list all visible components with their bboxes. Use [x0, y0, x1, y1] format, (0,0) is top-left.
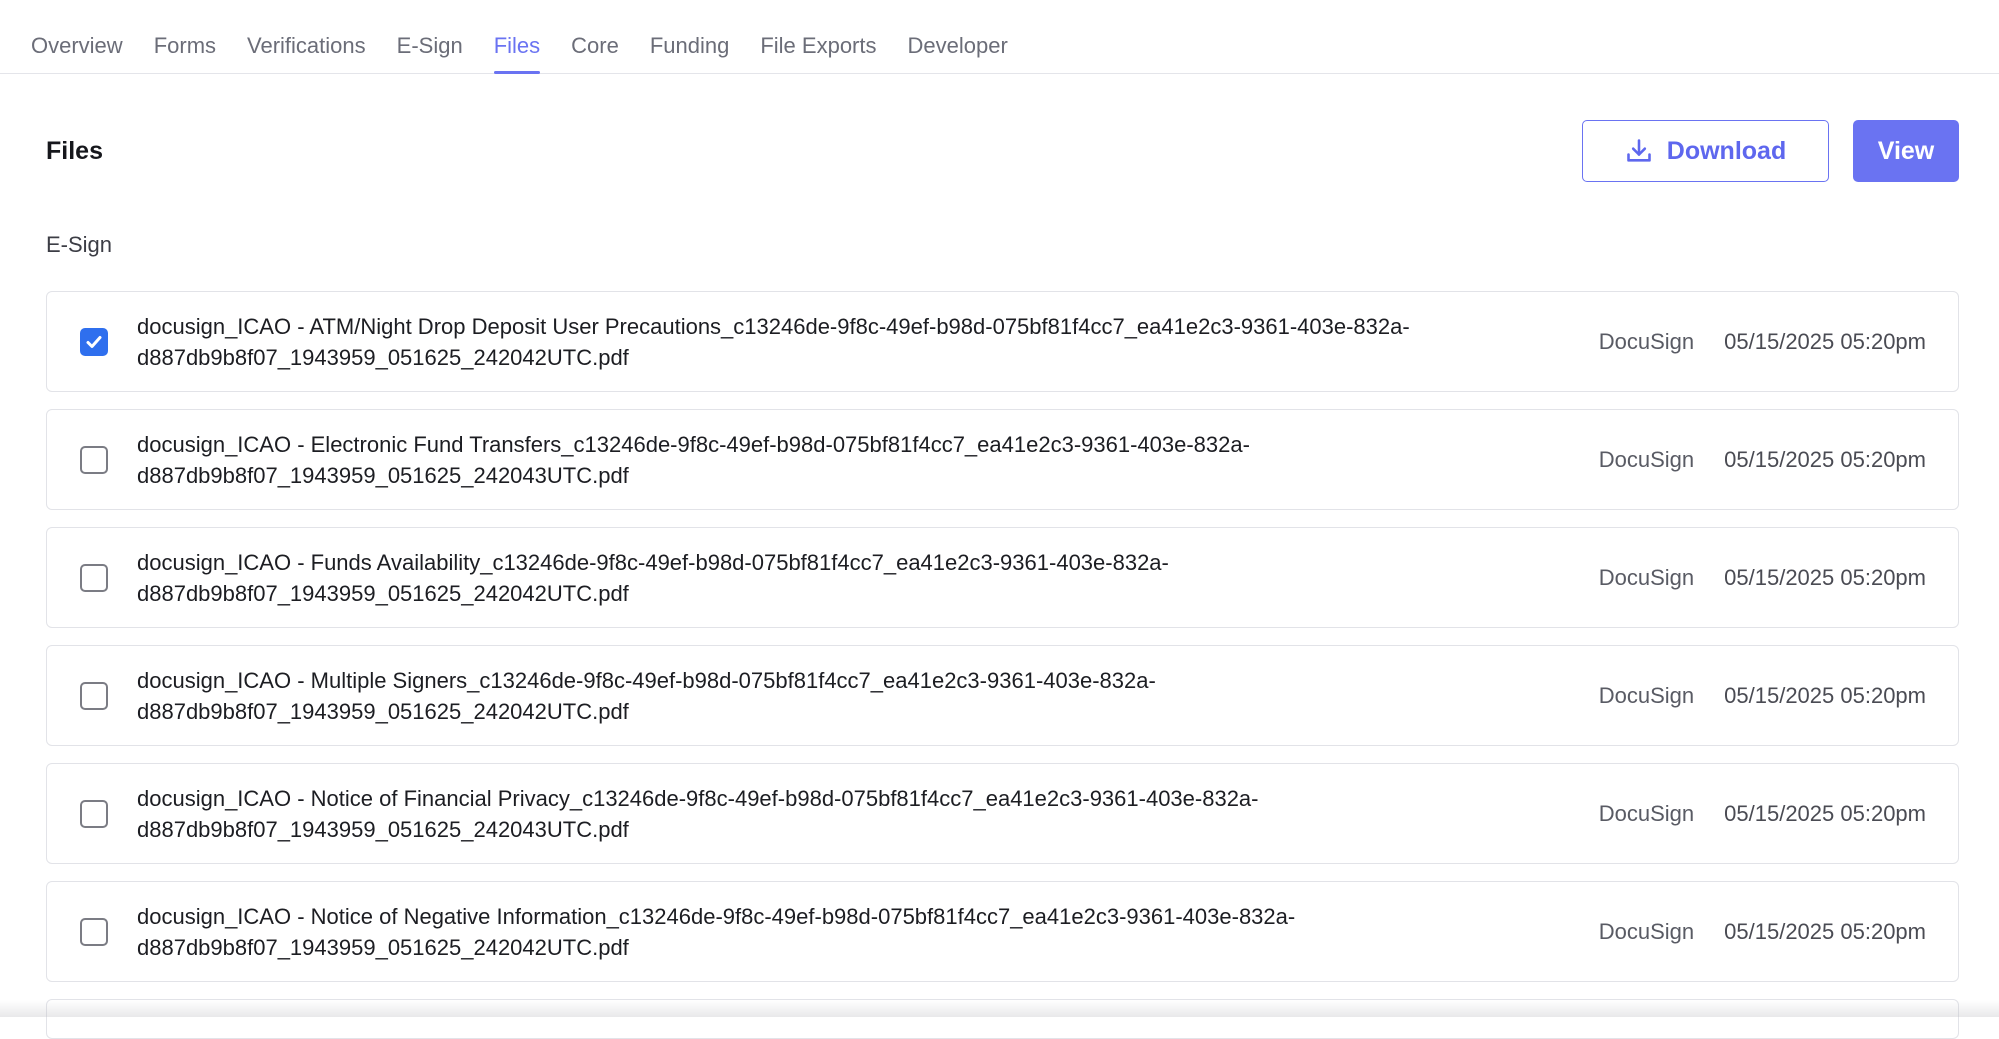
file-name: docusign_ICAO - Electronic Fund Transfer…	[137, 429, 1537, 491]
file-date: 05/15/2025 05:20pm	[1724, 800, 1926, 826]
tab-overview[interactable]: Overview	[31, 0, 123, 73]
file-name-line-1: docusign_ICAO - Multiple Signers_c13246d…	[137, 667, 1156, 693]
page-title: Files	[46, 136, 103, 165]
file-row[interactable]: docusign_ICAO - Notice of Negative Infor…	[46, 881, 1959, 982]
tab-bar: Overview Forms Verifications E-Sign File…	[0, 0, 1999, 74]
tab-file-exports[interactable]: File Exports	[760, 0, 876, 73]
file-name: docusign_ICAO - Notice of Financial Priv…	[137, 783, 1537, 845]
file-source: DocuSign	[1598, 682, 1695, 708]
file-checkbox[interactable]	[80, 917, 108, 946]
checkmark-icon	[86, 335, 102, 348]
section-label-e-sign: E-Sign	[46, 232, 113, 257]
file-name-line-2: d887db9b8f07_1943959_051625_242042UTC.pd…	[137, 344, 629, 370]
file-name: docusign_ICAO - Notice of Negative Infor…	[137, 901, 1537, 963]
file-checkbox[interactable]	[80, 445, 108, 474]
file-source: DocuSign	[1598, 800, 1695, 826]
file-date: 05/15/2025 05:20pm	[1724, 918, 1926, 944]
file-date: 05/15/2025 05:20pm	[1724, 564, 1926, 590]
file-name-line-1: docusign_ICAO - Funds Availability_c1324…	[137, 549, 1169, 575]
file-checkbox[interactable]	[80, 681, 108, 710]
file-name-line-2: d887db9b8f07_1943959_051625_242042UTC.pd…	[137, 934, 629, 960]
file-checkbox[interactable]	[80, 799, 108, 828]
tab-developer[interactable]: Developer	[908, 0, 1008, 73]
view-button[interactable]: View	[1853, 120, 1959, 182]
header-actions: Download View	[1582, 120, 1959, 182]
download-button-label: Download	[1666, 136, 1787, 165]
file-name-line-1: docusign_ICAO - Electronic Fund Transfer…	[137, 431, 1250, 457]
file-name: docusign_ICAO - Multiple Signers_c13246d…	[137, 665, 1537, 727]
download-icon	[1626, 139, 1651, 162]
files-header: Files Download View	[46, 120, 1959, 182]
file-name-line-2: d887db9b8f07_1943959_051625_242043UTC.pd…	[137, 816, 629, 842]
scroll-shadow	[0, 1000, 1999, 1017]
file-name: docusign_ICAO - ATM/Night Drop Deposit U…	[137, 311, 1537, 373]
file-row[interactable]: docusign_ICAO - ATM/Night Drop Deposit U…	[46, 291, 1959, 392]
file-name-line-2: d887db9b8f07_1943959_051625_242042UTC.pd…	[137, 580, 629, 606]
file-name-line-1: docusign_ICAO - Notice of Negative Infor…	[137, 903, 1296, 929]
file-row[interactable]: docusign_ICAO - Funds Availability_c1324…	[46, 527, 1959, 628]
file-source: DocuSign	[1598, 564, 1695, 590]
file-row[interactable]: docusign_ICAO - Electronic Fund Transfer…	[46, 409, 1959, 510]
file-checkbox[interactable]	[80, 327, 108, 356]
tab-verifications[interactable]: Verifications	[247, 0, 366, 73]
file-source: DocuSign	[1598, 918, 1695, 944]
file-name-line-2: d887db9b8f07_1943959_051625_242043UTC.pd…	[137, 462, 629, 488]
file-date: 05/15/2025 05:20pm	[1724, 446, 1926, 472]
file-row[interactable]: docusign_ICAO - Notice of Financial Priv…	[46, 763, 1959, 864]
file-list: docusign_ICAO - ATM/Night Drop Deposit U…	[46, 291, 1959, 1039]
file-source: DocuSign	[1598, 328, 1695, 354]
tab-e-sign[interactable]: E-Sign	[397, 0, 463, 73]
download-button[interactable]: Download	[1582, 120, 1829, 182]
view-button-label: View	[1877, 136, 1935, 165]
file-source: DocuSign	[1598, 446, 1695, 472]
tab-funding[interactable]: Funding	[650, 0, 730, 73]
file-name-line-1: docusign_ICAO - Notice of Financial Priv…	[137, 785, 1259, 811]
file-name: docusign_ICAO - Funds Availability_c1324…	[137, 547, 1537, 609]
tab-files[interactable]: Files	[493, 0, 541, 74]
file-date: 05/15/2025 05:20pm	[1724, 682, 1926, 708]
file-row[interactable]: docusign_ICAO - Multiple Signers_c13246d…	[46, 645, 1959, 746]
file-checkbox[interactable]	[80, 563, 108, 592]
tab-forms[interactable]: Forms	[154, 0, 216, 73]
file-name-line-2: d887db9b8f07_1943959_051625_242042UTC.pd…	[137, 698, 629, 724]
file-name-line-1: docusign_ICAO - ATM/Night Drop Deposit U…	[137, 313, 1410, 339]
tab-core[interactable]: Core	[571, 0, 619, 73]
file-date: 05/15/2025 05:20pm	[1724, 328, 1926, 354]
